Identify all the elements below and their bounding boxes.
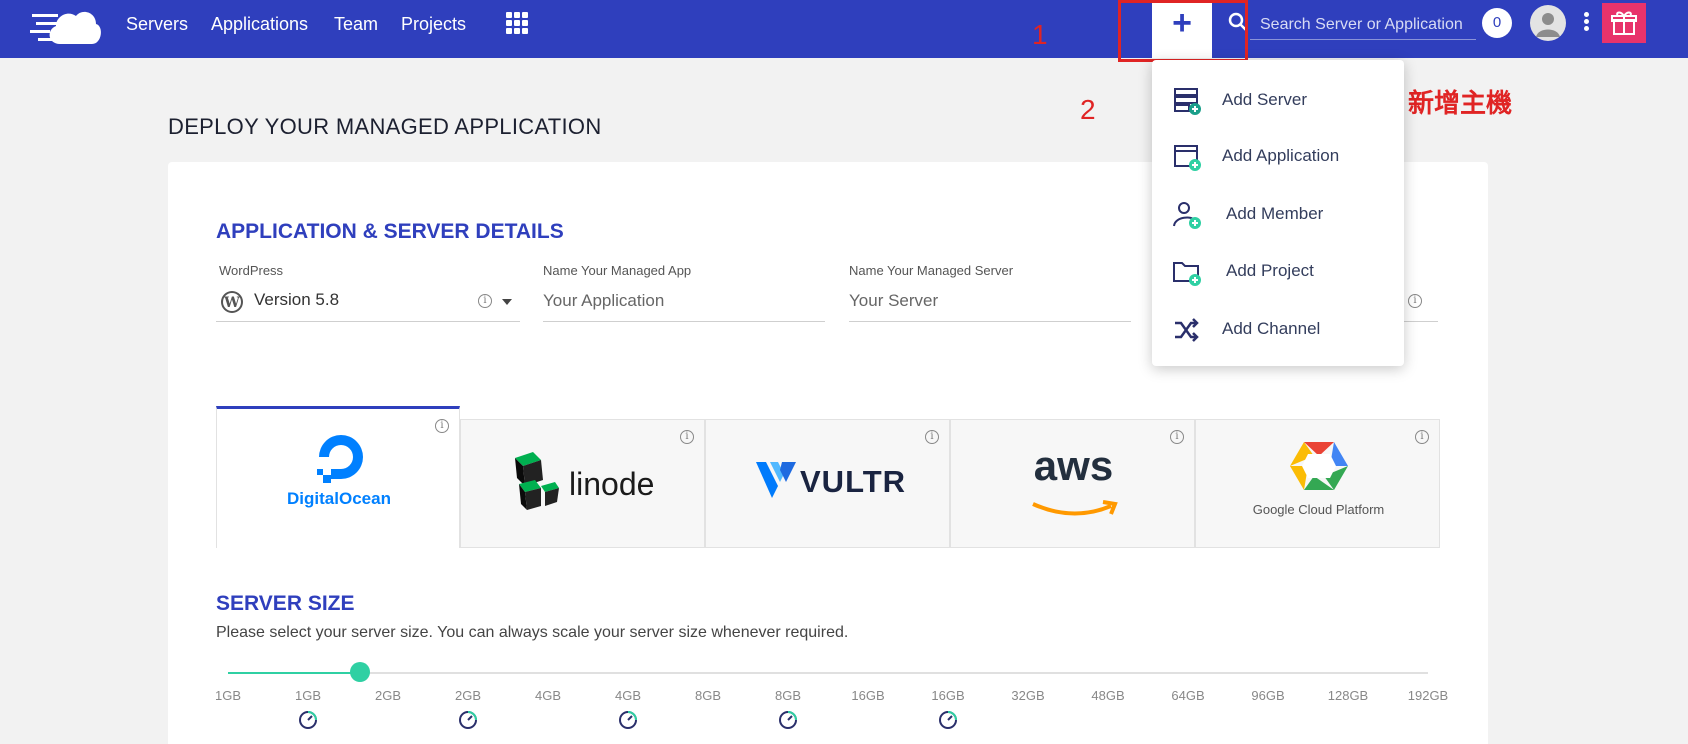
slider-tick-label[interactable]: 32GB [998,688,1058,703]
annotation-step-1: 1 [1032,19,1048,50]
provider-aws[interactable]: i aws [950,419,1195,548]
annotation-add-server-cn: 新增主機 [1408,88,1513,118]
svg-text:W: W [223,295,240,311]
menu-add-server-label: Add Server [1222,90,1308,109]
vultr-logo-icon [756,462,796,498]
app-type-label: WordPress [219,263,284,278]
slider-tick-label[interactable]: 128GB [1318,688,1378,703]
nav-team[interactable]: Team [334,14,378,34]
slider-tick-label[interactable]: 1GB [278,688,338,703]
slider-tick-label[interactable]: 16GB [838,688,898,703]
performance-gauge-icon [619,711,637,729]
annotation-box-1 [1118,0,1248,62]
wordpress-icon: W [221,291,243,313]
provider-gcp[interactable]: i Google Cloud Platform [1195,419,1440,548]
gift-icon [1611,11,1637,35]
aws-smile-icon [1032,500,1118,516]
slider-tick-label[interactable]: 8GB [678,688,738,703]
server-name-label: Name Your Managed Server [849,263,1014,278]
gift-button[interactable] [1602,3,1646,43]
slider-tick-label[interactable]: 96GB [1238,688,1298,703]
slider-tick-label[interactable]: 48GB [1078,688,1138,703]
menu-add-server[interactable]: Add Server [1152,74,1404,126]
menu-add-project-label: Add Project [1226,261,1314,280]
top-navigation-bar: Servers Applications Team Projects + 0 [0,0,1688,58]
performance-gauge-icon [459,711,477,729]
server-size-title: SERVER SIZE [216,592,355,615]
slider-tick-label[interactable]: 64GB [1158,688,1218,703]
digitalocean-logo-icon [317,435,363,483]
menu-add-member-label: Add Member [1226,204,1324,223]
project-add-icon [1173,262,1201,286]
application-add-icon [1174,145,1201,171]
slider-fill [228,672,352,674]
provider-vultr[interactable]: i VULTR [705,419,950,548]
nav-servers[interactable]: Servers [126,14,188,34]
notification-badge[interactable]: 0 [1482,8,1512,38]
app-version-value: Version 5.8 [254,290,340,309]
app-name-label: Name Your Managed App [543,263,692,278]
menu-add-application-label: Add Application [1222,146,1340,165]
menu-add-channel[interactable]: Add Channel [1152,303,1404,355]
shuffle-icon [1175,318,1199,342]
slider-tick-label[interactable]: 8GB [758,688,818,703]
server-name-field[interactable] [849,282,1131,322]
provider-vultr-label: VULTR [800,464,907,499]
app-name-input[interactable] [543,282,825,320]
chevron-down-icon[interactable] [502,299,512,305]
menu-add-member[interactable]: Add Member [1152,188,1404,240]
slider-tick-label[interactable]: 192GB [1398,688,1458,703]
menu-add-application[interactable]: Add Application [1152,130,1404,182]
search-input[interactable] [1250,10,1476,40]
menu-add-project[interactable]: Add Project [1152,245,1404,297]
slider-tick-label[interactable]: 2GB [358,688,418,703]
nav-applications[interactable]: Applications [211,14,308,34]
provider-linode-label: linode [569,466,655,502]
slider-tick-label[interactable]: 2GB [438,688,498,703]
cloudways-logo[interactable] [30,4,104,50]
info-icon[interactable]: i [1408,294,1422,308]
gcp-logo-icon [1290,442,1348,490]
info-icon[interactable]: i [1415,430,1429,444]
page-title: DEPLOY YOUR MANAGED APPLICATION [168,114,602,139]
nav-projects[interactable]: Projects [401,14,466,34]
slider-thumb[interactable] [350,662,370,682]
provider-gcp-label: Google Cloud Platform [1252,502,1385,517]
info-icon[interactable]: i [435,419,449,433]
avatar[interactable] [1530,5,1566,41]
info-icon[interactable]: i [925,430,939,444]
menu-add-channel-label: Add Channel [1222,319,1321,338]
slider-tick-label[interactable]: 1GB [198,688,258,703]
slider-tick-label[interactable]: 4GB [518,688,578,703]
performance-gauge-icon [939,711,957,729]
add-menu-dropdown: Add Server Add Application Add Member Ad… [1152,60,1404,366]
linode-logo-icon [515,452,559,510]
info-icon[interactable]: i [478,294,492,308]
app-name-field[interactable] [543,282,825,322]
more-options-icon[interactable] [1582,12,1590,34]
provider-tabs: i DigitalOcean i linode i VULTR i aws i … [216,406,1440,548]
annotation-step-2: 2 [1080,94,1096,125]
details-section-title: APPLICATION & SERVER DETAILS [216,220,564,243]
server-add-icon [1174,88,1201,115]
slider-tick-label[interactable]: 16GB [918,688,978,703]
member-add-icon [1173,202,1201,229]
app-version-select[interactable]: W Version 5.8 i [216,282,520,322]
provider-digitalocean[interactable]: i DigitalOcean [216,406,460,548]
provider-digitalocean-label: DigitalOcean [287,489,391,508]
performance-gauge-icon [299,711,317,729]
server-name-input[interactable] [849,282,1131,320]
info-icon[interactable]: i [680,430,694,444]
user-icon [1536,13,1560,37]
provider-linode[interactable]: i linode [460,419,705,548]
server-size-description: Please select your server size. You can … [216,624,849,641]
apps-grid-icon[interactable] [506,12,528,34]
performance-gauge-icon [779,711,797,729]
server-size-slider[interactable] [228,672,1428,674]
provider-aws-label: aws [1033,442,1114,489]
slider-tick-label[interactable]: 4GB [598,688,658,703]
